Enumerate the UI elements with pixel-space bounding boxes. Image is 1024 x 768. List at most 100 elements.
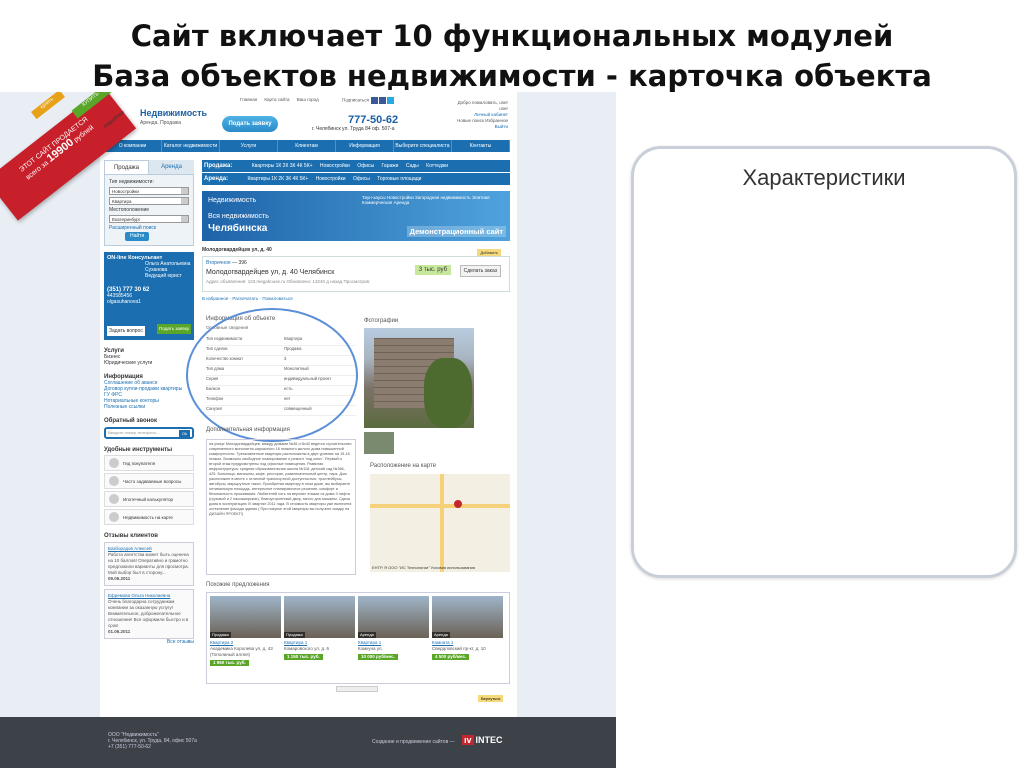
top-link-home[interactable]: Главная bbox=[240, 97, 257, 102]
top-link-sitemap[interactable]: Карта сайта bbox=[264, 97, 289, 102]
advanced-search-link[interactable]: Расширенный поиск bbox=[109, 225, 156, 231]
footer-phone: +7 (351) 777-50-62 bbox=[108, 744, 151, 750]
similar-tag: Аренда bbox=[432, 632, 450, 638]
type-select[interactable]: Новостройки bbox=[109, 187, 189, 195]
tool-map[interactable]: Недвижимость на карте bbox=[104, 509, 194, 525]
object-photo[interactable] bbox=[364, 328, 474, 428]
order-button[interactable]: Подать заявку bbox=[222, 116, 278, 132]
action-favorite[interactable]: В избранное bbox=[202, 296, 228, 301]
additional-info-text: на улице Молодогвардейцев, между домами … bbox=[206, 439, 356, 575]
user-link-fav[interactable]: Избранное bbox=[485, 118, 508, 123]
location-label: Местоположение bbox=[109, 207, 150, 213]
top-links: Главная Карта сайта Ваш город bbox=[240, 97, 325, 102]
review-1-text: Работа агентства может быть оценена на 1… bbox=[108, 552, 189, 575]
nav-info[interactable]: Информация bbox=[336, 140, 394, 152]
nav-specialist[interactable]: Выберите специалиста bbox=[394, 140, 452, 152]
similar-item[interactable]: Аренда Комната 1 Свердловский пр-кт, д. … bbox=[432, 596, 503, 680]
object-title: Молодогвардейцев ул, д. 40 bbox=[202, 247, 272, 253]
footer-made: Создание и продвижение сайтов — bbox=[372, 739, 455, 745]
callback-ok-button[interactable]: Ok bbox=[178, 430, 190, 438]
action-complain[interactable]: Пожаловаться bbox=[262, 296, 292, 301]
main-content: Продажа: Квартиры 1К 2К 3К 4К 5К+ Новост… bbox=[202, 160, 510, 301]
sale-new[interactable]: Новостройки bbox=[320, 163, 350, 169]
twitter-icon[interactable] bbox=[387, 97, 395, 104]
sale-garages[interactable]: Гаражи bbox=[382, 163, 399, 169]
sale-cottages[interactable]: Коттеджи bbox=[426, 163, 448, 169]
map-icon bbox=[109, 512, 119, 522]
similar-item[interactable]: Продажа Квартира 2 Академика Королева ул… bbox=[210, 596, 281, 680]
slide-title-line1: Сайт включает 10 функциональных модулей bbox=[130, 19, 894, 53]
vk-icon[interactable] bbox=[371, 97, 379, 104]
apply-button[interactable]: Подать заявку bbox=[157, 324, 191, 334]
rent-new[interactable]: Новостройки bbox=[316, 176, 346, 182]
similar-item[interactable]: Продажа Квартира 1 Комаровского ул, д. 6… bbox=[284, 596, 355, 680]
footer-address-block: ООО "Недвижимость" г. Челябинск, ул. Тру… bbox=[108, 732, 197, 750]
kind-select[interactable]: Квартира bbox=[109, 197, 189, 205]
user-link-logout[interactable]: Выйти bbox=[450, 124, 508, 130]
tool-calculator[interactable]: Ипотечный калькулятор bbox=[104, 491, 194, 507]
left-sidebar: Продажа Аренда Тип недвижимости: Новостр… bbox=[104, 160, 194, 645]
banner-line1: Вся недвижимость bbox=[208, 213, 269, 220]
similar-item[interactable]: Аренда Квартира 1 Комкуна ул. 10 000 руб… bbox=[358, 596, 429, 680]
similar-desc: Комкуна ул. bbox=[358, 646, 383, 651]
tool-faq[interactable]: Часто задаваемые вопросы bbox=[104, 473, 194, 489]
make-order-button[interactable]: Сделать заказ bbox=[459, 265, 501, 277]
rent-offices[interactable]: Офисы bbox=[353, 176, 370, 182]
location-select[interactable]: Екатеринбург bbox=[109, 215, 189, 223]
tab-sale[interactable]: Продажа bbox=[104, 160, 149, 174]
similar-price: 4 500 руб/мес. bbox=[432, 654, 470, 660]
site-logo[interactable]: Недвижимость bbox=[140, 108, 207, 118]
all-reviews-link[interactable]: Все отзывы bbox=[104, 639, 194, 645]
tree-image bbox=[424, 358, 472, 428]
main-nav: О компании Каталог недвижимости Услуги К… bbox=[104, 140, 510, 152]
nav-contacts[interactable]: Контакты bbox=[452, 140, 510, 152]
ask-question-button[interactable]: Задать вопрос bbox=[107, 326, 145, 336]
map-pin-icon[interactable] bbox=[454, 500, 462, 508]
tool-guide[interactable]: Гид покупателя bbox=[104, 455, 194, 471]
promo-green-button[interactable]: купить bbox=[31, 92, 65, 120]
object-actions: В избранное · Распечатать · Пожаловаться bbox=[202, 296, 293, 301]
user-link-search[interactable]: Новые поиск bbox=[457, 118, 484, 123]
sale-gardens[interactable]: Сады bbox=[406, 163, 419, 169]
sale-rooms[interactable]: Квартиры 1К 2К 3К 4К 5К+ bbox=[252, 163, 313, 169]
intec-logo[interactable]: ıv INTEC bbox=[462, 735, 503, 745]
tab-rent[interactable]: Аренда bbox=[149, 160, 194, 174]
object-views: Просмотров: bbox=[343, 279, 371, 284]
map-road bbox=[440, 474, 444, 572]
object-site[interactable]: 123.megahouse.ru bbox=[248, 279, 286, 284]
similar-tag: Продажа bbox=[210, 632, 231, 638]
nav-services[interactable]: Услуги bbox=[220, 140, 278, 152]
tool-guide-label: Гид покупателя bbox=[123, 460, 156, 466]
info-link-useful[interactable]: Полезные ссылки bbox=[104, 404, 194, 410]
object-id: 396 bbox=[238, 260, 247, 266]
rent-label: Аренда: bbox=[204, 176, 229, 182]
consultant-position: Ведущий юрист bbox=[145, 273, 182, 279]
find-button[interactable]: Найти bbox=[125, 232, 150, 241]
similar-title: Похожие предложения bbox=[206, 582, 270, 588]
top-link-city[interactable]: Ваш город bbox=[297, 97, 319, 102]
sale-offices[interactable]: Офисы bbox=[357, 163, 374, 169]
search-filters: Тип недвижимости: Новостройки Квартира М… bbox=[104, 174, 194, 246]
photo-thumbnail[interactable] bbox=[364, 432, 394, 454]
similar-pager[interactable] bbox=[336, 686, 378, 692]
calculator-icon bbox=[109, 494, 119, 504]
nav-catalog[interactable]: Каталог недвижимости bbox=[162, 140, 220, 152]
highlight-circle bbox=[186, 308, 358, 442]
location-map[interactable]: ЕНТР, Я ООО "ИС Технологии" Условия испо… bbox=[370, 474, 510, 572]
photos-title: Фотографии bbox=[364, 318, 399, 324]
consultant-skype: olgasuhanova1 bbox=[107, 299, 141, 305]
similar-offers: Продажа Квартира 2 Академика Королева ул… bbox=[206, 592, 510, 684]
add-favorite-button[interactable]: Добавить bbox=[477, 249, 501, 256]
service-legal[interactable]: Юридические услуги bbox=[104, 360, 194, 366]
nav-clients[interactable]: Клиентам bbox=[278, 140, 336, 152]
back-link[interactable]: Вернуться bbox=[478, 695, 504, 702]
search-tabs: Продажа Аренда bbox=[104, 160, 194, 174]
facebook-icon[interactable] bbox=[379, 97, 387, 104]
rent-retail[interactable]: Торговые площади bbox=[377, 176, 421, 182]
rent-rooms[interactable]: Квартиры 1К 2К 3К 4К 5К+ bbox=[248, 176, 309, 182]
action-print[interactable]: Распечатать bbox=[232, 296, 258, 301]
sale-row: Продажа: Квартиры 1К 2К 3К 4К 5К+ Новост… bbox=[202, 160, 510, 172]
banner-links[interactable]: Таун-хаусы Новостройки Загородная недвиж… bbox=[362, 195, 502, 205]
callback-input[interactable]: Введите номер телефона... Ok bbox=[104, 427, 194, 439]
object-category[interactable]: Вторичное bbox=[206, 260, 231, 266]
